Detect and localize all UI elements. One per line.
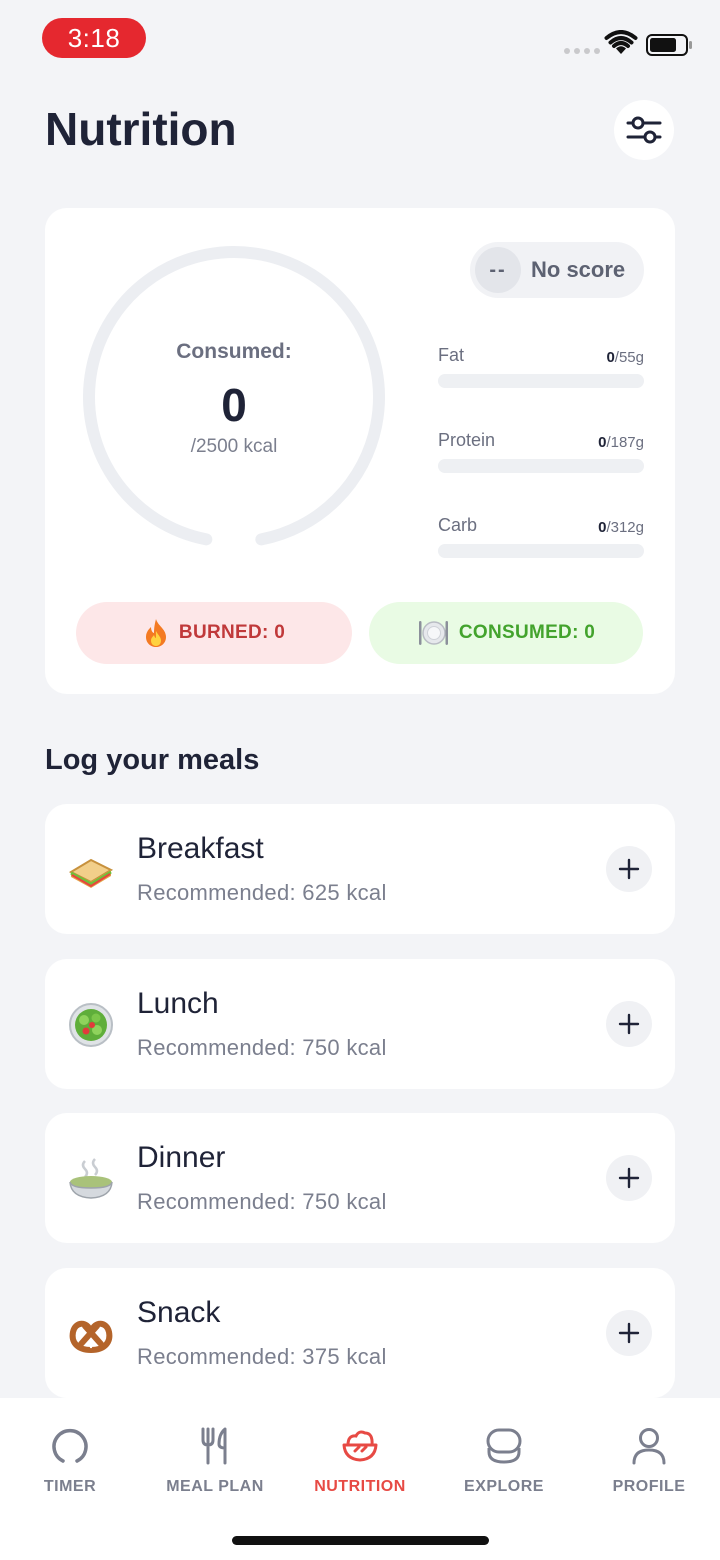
signal-icon xyxy=(564,48,600,54)
home-indicator xyxy=(232,1536,489,1545)
meal-name: Lunch xyxy=(137,987,219,1020)
macro-name: Fat xyxy=(438,345,465,365)
wifi-icon xyxy=(604,30,638,54)
score-text: No score xyxy=(531,257,626,282)
macro-name: Carb xyxy=(438,515,478,535)
macro-amount: 0/187g xyxy=(598,434,644,451)
add-dinner-button[interactable] xyxy=(606,1155,652,1201)
score-badge[interactable]: -- No score xyxy=(470,242,644,298)
status-time: 3:18 xyxy=(42,18,146,58)
macro-progress-bar xyxy=(438,374,644,388)
macro-progress-bar xyxy=(438,459,644,473)
plus-icon xyxy=(618,1167,640,1189)
macro-carb: Carb 0/312g xyxy=(438,510,644,558)
explore-icon xyxy=(486,1428,522,1464)
meal-recommended: Recommended: 625 kcal xyxy=(137,880,387,905)
pretzel-icon xyxy=(69,1320,113,1353)
plus-icon xyxy=(618,1013,640,1035)
plus-icon xyxy=(618,858,640,880)
nav-tab-explore[interactable]: EXPLORE xyxy=(432,1426,576,1496)
macro-progress-bar xyxy=(438,544,644,558)
macro-name: Protein xyxy=(438,430,496,450)
nav-tab-timer[interactable]: TIMER xyxy=(0,1426,142,1496)
burned-text: BURNED: 0 xyxy=(178,622,286,643)
nav-tab-nutrition[interactable]: NUTRITION xyxy=(288,1426,432,1496)
section-title-log-meals: Log your meals xyxy=(45,744,260,776)
meal-recommended: Recommended: 750 kcal xyxy=(137,1189,387,1214)
person-icon xyxy=(632,1428,666,1465)
macro-protein: Protein 0/187g xyxy=(438,425,644,473)
macro-fat: Fat 0/55g xyxy=(438,340,644,388)
nav-tab-meal-plan[interactable]: MEAL PLAN xyxy=(143,1426,287,1496)
fire-icon xyxy=(145,619,166,647)
meal-name: Snack xyxy=(137,1296,221,1329)
nutrition-summary-card: Consumed: 0 /2500 kcal -- No score Fat 0… xyxy=(45,208,675,694)
burned-pill[interactable]: BURNED: 0 xyxy=(76,602,352,664)
calorie-goal: /2500 kcal xyxy=(190,436,278,457)
salad-icon xyxy=(69,1003,113,1047)
timer-icon xyxy=(52,1428,88,1463)
consumed-pill[interactable]: CONSUMED: 0 xyxy=(369,602,643,664)
fork-knife-icon xyxy=(201,1427,227,1465)
soup-icon xyxy=(69,1158,113,1199)
battery-icon xyxy=(646,34,692,56)
nav-label: TIMER xyxy=(43,1478,97,1495)
nav-label: MEAL PLAN xyxy=(166,1478,264,1495)
meal-card-breakfast[interactable]: Breakfast Recommended: 625 kcal xyxy=(45,804,675,934)
add-breakfast-button[interactable] xyxy=(606,846,652,892)
consumed-text: CONSUMED: 0 xyxy=(458,622,596,643)
nav-tab-profile[interactable]: PROFILE xyxy=(577,1426,720,1496)
plate-icon xyxy=(418,621,448,645)
sandwich-icon xyxy=(68,858,114,888)
add-lunch-button[interactable] xyxy=(606,1001,652,1047)
meal-name: Dinner xyxy=(137,1141,226,1174)
sliders-icon xyxy=(626,116,662,144)
nav-label: PROFILE xyxy=(612,1478,686,1495)
filter-button[interactable] xyxy=(614,100,674,160)
status-bar: 3:18 xyxy=(0,0,720,80)
nav-label: EXPLORE xyxy=(464,1478,544,1495)
meal-card-dinner[interactable]: Dinner Recommended: 750 kcal xyxy=(45,1113,675,1243)
macro-amount: 0/312g xyxy=(598,519,644,536)
bottom-nav: TIMER MEAL PLAN NUTRITION EXPLORE PROFIL… xyxy=(0,1398,720,1560)
add-snack-button[interactable] xyxy=(606,1310,652,1356)
meal-card-snack[interactable]: Snack Recommended: 375 kcal xyxy=(45,1268,675,1398)
bowl-icon xyxy=(342,1430,378,1462)
score-dash: -- xyxy=(475,247,521,293)
consumed-value: 0 xyxy=(221,379,247,431)
macro-amount: 0/55g xyxy=(606,349,644,366)
nav-label: NUTRITION xyxy=(314,1478,406,1495)
meal-card-lunch[interactable]: Lunch Recommended: 750 kcal xyxy=(45,959,675,1089)
page-title: Nutrition xyxy=(45,103,237,155)
consumed-label: Consumed: xyxy=(176,340,292,363)
meal-name: Breakfast xyxy=(137,832,264,865)
meal-recommended: Recommended: 375 kcal xyxy=(137,1344,387,1369)
meal-recommended: Recommended: 750 kcal xyxy=(137,1035,387,1060)
plus-icon xyxy=(618,1322,640,1344)
